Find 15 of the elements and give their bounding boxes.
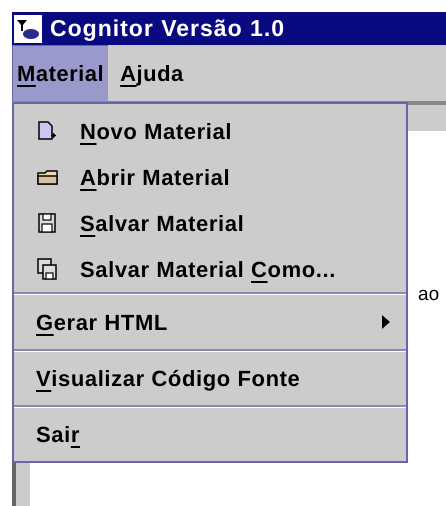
menu-item[interactable]: Abrir Material [14, 154, 406, 200]
menu-item[interactable]: Sair [14, 408, 406, 461]
app-icon [14, 14, 42, 42]
submenu-item[interactable]: Gerar HTML [14, 295, 406, 349]
menu-bar-item[interactable]: Material [12, 45, 108, 101]
background-text: ao [418, 284, 440, 305]
menu-item[interactable]: Salvar Material Como... [14, 246, 406, 292]
menu-item[interactable]: Novo Material [14, 108, 406, 154]
new-document-icon [36, 120, 58, 142]
window-title: Cognitor Versão 1.0 [50, 14, 286, 44]
menu-bar-item[interactable]: Ajuda [116, 45, 188, 101]
menu-item[interactable]: Visualizar Código Fonte [14, 352, 406, 405]
submenu-arrow-icon [382, 315, 390, 329]
floppy-disks-icon [36, 258, 58, 280]
menu-item[interactable]: Salvar Material [14, 200, 406, 246]
